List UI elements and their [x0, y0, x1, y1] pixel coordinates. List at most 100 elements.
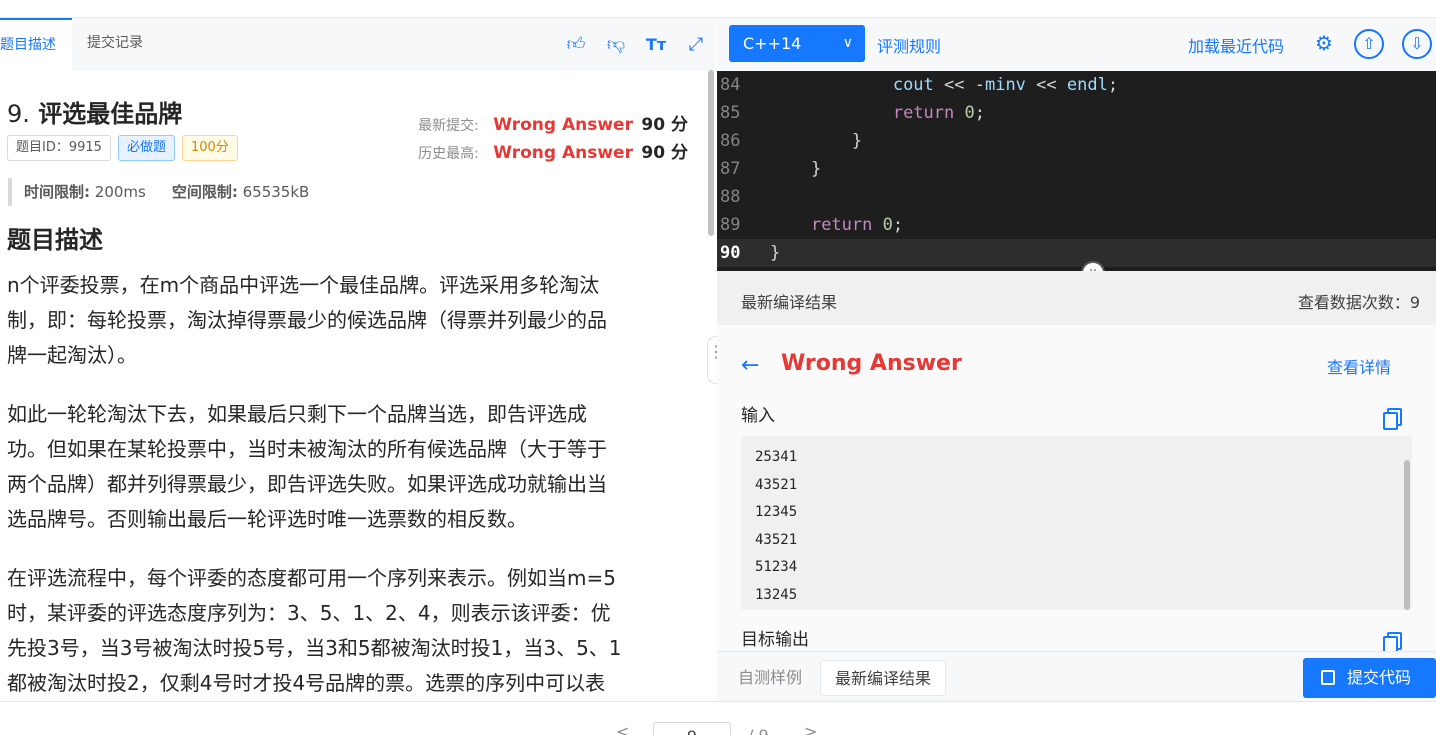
data-view-count: 查看数据次数：9 — [1297, 293, 1420, 312]
page-input[interactable]: 9 — [653, 722, 731, 735]
must-do-tag: 必做题 — [117, 135, 175, 161]
text-line: 在评选流程中，每个评委的态度都可用一个序列来表示。例如当m=5 — [7, 566, 616, 590]
next-page-icon[interactable]: > — [804, 722, 817, 735]
time-limit-value: 200ms — [94, 183, 146, 201]
copy-icon[interactable] — [1383, 630, 1402, 654]
judge-rules-link[interactable]: 评测规则 — [877, 33, 941, 57]
line-number: 86 — [720, 131, 741, 151]
top-strip — [0, 0, 1436, 18]
result-body: ← Wrong Answer 查看详情 输入 25341 43521 12345 43… — [717, 325, 1436, 654]
result-header: 最新编译结果 查看数据次数：9 — [717, 271, 1436, 325]
code-line[interactable]: 88 — [717, 183, 1436, 211]
line-number: 87 — [720, 159, 741, 179]
code-text: return 0; — [810, 215, 904, 235]
line-number: 90 — [720, 243, 741, 263]
page-total: / 9 — [748, 726, 769, 735]
code-text: } — [770, 243, 781, 263]
app-root: 题目描述 提交记录 👍︎ 👎︎ Tт ⤢ 9. 评选最佳品牌 题目ID：9915… — [0, 0, 1436, 735]
input-scrollbar[interactable] — [1404, 460, 1410, 610]
copy-icon[interactable] — [1383, 406, 1402, 430]
description-paragraph-3: 在评选流程中，每个评委的态度都可用一个序列来表示。例如当m=5 时，某评委的评选… — [7, 561, 689, 701]
submit-label: 提交代码 — [1347, 668, 1412, 687]
code-text: return 0; — [892, 103, 985, 123]
thumbs-up-icon[interactable]: 👍︎ — [565, 34, 587, 56]
font-size-icon[interactable]: Tт — [645, 34, 667, 56]
view-details-link[interactable]: 查看详情 — [1327, 354, 1391, 378]
memory-limit-value: 65535kB — [242, 183, 310, 201]
line-number: 84 — [720, 75, 741, 95]
thumbs-down-icon[interactable]: 👎︎ — [605, 34, 627, 56]
text-line: n个评委投票，在m个商品中评选一个最佳品牌。评选采用多轮淘汰 — [7, 273, 600, 297]
text-line: 选品牌号。否则输出最后一轮评选时唯一选票数的相反数。 — [7, 507, 527, 531]
text-line: 如此一轮轮淘汰下去，如果最后只剩下一个品牌当选，即告评选成 — [7, 402, 587, 426]
language-value: C++14 — [743, 34, 802, 53]
description-scrollbar[interactable] — [708, 70, 714, 236]
code-line[interactable]: 85 return 0; — [717, 99, 1436, 127]
code-line[interactable]: 89 return 0; — [717, 211, 1436, 239]
expected-output-label: 目标输出 — [741, 630, 809, 650]
problem-title-text: 评选最佳品牌 — [38, 100, 183, 128]
latest-verdict[interactable]: Wrong Answer — [493, 115, 633, 135]
code-text: cout << -minv << endl; — [892, 75, 1119, 95]
problem-tags: 题目ID：9915 必做题 100分 — [7, 135, 245, 161]
text-line: 牌一起淘汰）。 — [7, 343, 137, 367]
editor-toolbar: C++14 ∨ 评测规则 加载最近代码 ⚙︎ ⇧ ⇩ — [717, 18, 1436, 71]
tab-self-test[interactable]: 自测样例 — [724, 660, 816, 696]
chevron-down-icon: ∨ — [842, 35, 853, 51]
arrow-left-icon[interactable]: ← — [741, 353, 759, 378]
description-paragraph-2: 如此一轮轮淘汰下去，如果最后只剩下一个品牌当选，即告评选成 功。但如果在某轮投票… — [7, 397, 689, 537]
description-paragraph-1: n个评委投票，在m个商品中评选一个最佳品牌。评选采用多轮淘汰 制，即：每轮投票，… — [7, 268, 689, 373]
code-text: } — [810, 159, 822, 179]
language-select[interactable]: C++14 ∨ — [729, 25, 865, 62]
line-number: 88 — [720, 187, 741, 207]
tab-latest-result[interactable]: 最新编译结果 — [820, 660, 947, 696]
code-line[interactable]: 86 } — [717, 127, 1436, 155]
text-line: 功。但如果在某轮投票中，当时未被淘汰的所有候选品牌（大于等于 — [7, 437, 607, 461]
text-line: 两个品牌）都并列得票最少，即告评选失败。如果评选成功就输出当 — [7, 472, 607, 496]
input-line: 12345 — [755, 504, 798, 520]
latest-submission: 最新提交: Wrong Answer 90 分 — [418, 110, 688, 135]
memory-limit-label: 空间限制: — [171, 183, 238, 201]
submit-button[interactable]: 提交代码 — [1303, 658, 1436, 698]
input-box: 25341 43521 12345 43521 51234 13245 — [741, 436, 1412, 610]
time-limit-label: 时间限制: — [24, 183, 90, 201]
limits-bar: 时间限制: 200ms 空间限制: 65535kB — [8, 178, 309, 206]
input-line: 13245 — [755, 586, 798, 603]
input-line: 25341 — [755, 449, 798, 465]
tab-submissions[interactable]: 提交记录 — [87, 18, 143, 71]
code-line[interactable]: 90} — [717, 239, 1436, 267]
prev-page-icon[interactable]: < — [616, 722, 629, 735]
bottom-tabs: 自测样例 最新编译结果 提交代码 — [717, 651, 1436, 701]
code-line[interactable]: 87 } — [717, 155, 1436, 183]
problem-tabs: 题目描述 提交记录 👍︎ 👎︎ Tт ⤢ — [0, 18, 716, 71]
latest-label: 最新提交: — [418, 118, 479, 134]
tab-description[interactable]: 题目描述 — [0, 18, 72, 71]
load-recent-code-button[interactable]: 加载最近代码 — [1188, 33, 1284, 57]
editor-panel: C++14 ∨ 评测规则 加载最近代码 ⚙︎ ⇧ ⇩ 84 cout << -m… — [717, 18, 1436, 701]
save-icon — [1321, 670, 1335, 685]
problem-panel: 题目描述 提交记录 👍︎ 👎︎ Tт ⤢ 9. 评选最佳品牌 题目ID：9915… — [0, 18, 716, 701]
input-label: 输入 — [741, 406, 775, 426]
gear-icon[interactable]: ⚙︎ — [1309, 29, 1339, 59]
input-line: 43521 — [755, 531, 798, 548]
best-label: 历史最高: — [418, 146, 479, 162]
pager: < 9 / 9 > — [0, 701, 1436, 735]
download-icon[interactable]: ⇩ — [1402, 29, 1432, 59]
code-editor[interactable]: 84 cout << -minv << endl; 85 return 0; 86 … — [717, 71, 1436, 271]
latest-score: 90 分 — [641, 115, 688, 135]
problem-id-tag: 题目ID：9915 — [7, 135, 111, 161]
result-verdict: Wrong Answer — [781, 351, 962, 376]
line-number: 85 — [720, 103, 741, 123]
best-submission: 历史最高: Wrong Answer 90 分 — [418, 138, 688, 163]
best-verdict[interactable]: Wrong Answer — [493, 143, 633, 163]
fullscreen-icon[interactable]: ⤢ — [685, 34, 707, 56]
line-number: 89 — [720, 215, 741, 235]
problem-number: 9. — [7, 100, 30, 128]
input-line: 51234 — [755, 559, 798, 575]
best-score: 90 分 — [641, 143, 688, 163]
problem-title: 9. 评选最佳品牌 — [7, 94, 182, 129]
text-line: 时，某评委的评选态度序列为：3、5、1、2、4，则表示该评委：优 — [7, 601, 611, 625]
result-header-title: 最新编译结果 — [741, 293, 838, 312]
code-line[interactable]: 84 cout << -minv << endl; — [717, 71, 1436, 99]
upload-icon[interactable]: ⇧ — [1354, 29, 1384, 59]
